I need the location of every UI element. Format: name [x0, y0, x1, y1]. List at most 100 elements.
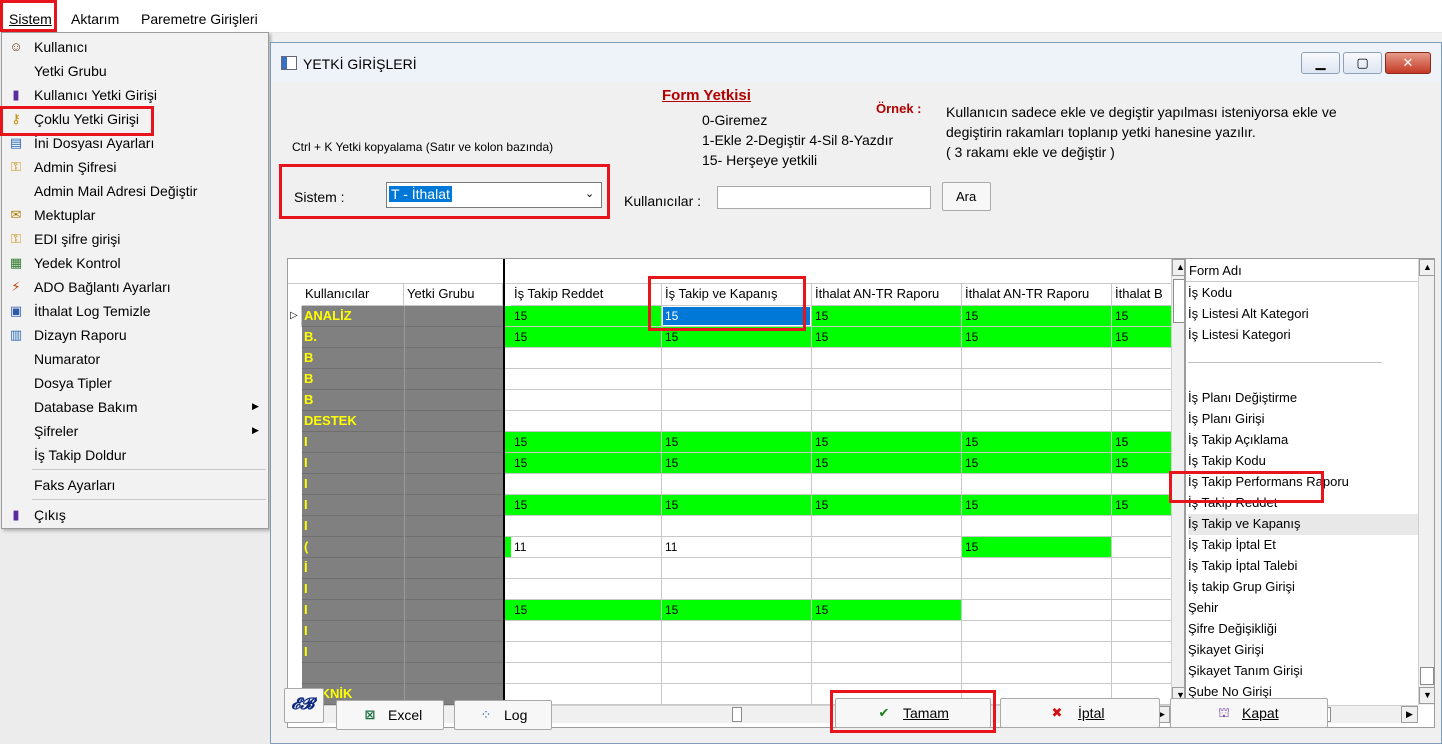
- permission-cell[interactable]: [812, 411, 962, 432]
- permission-cell[interactable]: [511, 369, 662, 390]
- permission-cell[interactable]: 15: [1112, 432, 1172, 453]
- list-item[interactable]: [1188, 346, 1418, 367]
- permission-cell[interactable]: 15: [812, 453, 962, 474]
- permission-cell[interactable]: [1112, 369, 1172, 390]
- permission-cell[interactable]: [511, 642, 662, 663]
- permission-cell[interactable]: [662, 642, 812, 663]
- permission-cell[interactable]: [1112, 516, 1172, 537]
- permission-cell[interactable]: 15: [812, 600, 962, 621]
- permission-cell[interactable]: 15: [1112, 327, 1172, 348]
- excel-button[interactable]: ⊠ Excel: [336, 700, 444, 730]
- menu-item-11[interactable]: ▣ İthalat Log Temizle: [2, 300, 268, 324]
- permission-cell[interactable]: [1112, 642, 1172, 663]
- permission-cell[interactable]: 15: [662, 306, 812, 327]
- permission-cell[interactable]: 11: [662, 537, 812, 558]
- user-name-cell[interactable]: [302, 663, 503, 684]
- kullanicilar-input[interactable]: [717, 186, 931, 209]
- list-item[interactable]: İş Takip Kodu: [1188, 451, 1418, 472]
- header-column-3[interactable]: İthalat AN-TR Raporu: [962, 284, 1112, 306]
- user-name-cell[interactable]: I: [302, 600, 503, 621]
- permission-cell[interactable]: 15: [662, 432, 812, 453]
- menu-item-13[interactable]: Numarator: [2, 348, 268, 372]
- permission-cell[interactable]: [662, 516, 812, 537]
- permission-cell[interactable]: [1112, 621, 1172, 642]
- permission-cell[interactable]: 15: [511, 327, 662, 348]
- chevron-down-icon[interactable]: ⌄: [585, 187, 594, 200]
- permission-cell[interactable]: [812, 558, 962, 579]
- menu-parametre-girisleri[interactable]: Paremetre Girişleri: [141, 11, 258, 27]
- permission-cell[interactable]: 15: [511, 453, 662, 474]
- permission-cell[interactable]: 15: [662, 495, 812, 516]
- permission-cell[interactable]: [1112, 411, 1172, 432]
- user-name-cell[interactable]: I: [302, 621, 503, 642]
- list-item[interactable]: İş Takip ve Kapanış: [1188, 514, 1418, 535]
- menu-item-8[interactable]: ⚿ EDI şifre girişi: [2, 228, 268, 252]
- header-column-2[interactable]: İthalat AN-TR Raporu: [812, 284, 962, 306]
- permission-cell[interactable]: 15: [511, 306, 662, 327]
- header-yetki-grubu[interactable]: Yetki Grubu: [404, 284, 503, 306]
- window-title-bar[interactable]: YETKİ GİRİŞLERİ ▁ ▢ ✕: [271, 43, 1441, 81]
- permission-cell[interactable]: 15: [511, 600, 662, 621]
- list-item[interactable]: İş Kodu: [1188, 283, 1418, 304]
- menu-item-4[interactable]: ▤ İni Dosyası Ayarları: [2, 132, 268, 156]
- permission-cell[interactable]: [662, 684, 812, 705]
- form-list-vertical-scrollbar[interactable]: ▲ ▼: [1418, 259, 1434, 705]
- permission-cell[interactable]: [962, 348, 1112, 369]
- permission-cell[interactable]: [962, 411, 1112, 432]
- form-list-vscroll-thumb[interactable]: [1420, 667, 1434, 685]
- list-item[interactable]: Şikayet Girişi: [1188, 640, 1418, 661]
- permission-cell[interactable]: 15: [962, 327, 1112, 348]
- permission-cell[interactable]: 15: [962, 537, 1112, 558]
- permission-grid[interactable]: Kullanıcılar Yetki Grubu İş Takip Reddet…: [287, 258, 1185, 728]
- list-item[interactable]: İş Takip Açıklama: [1188, 430, 1418, 451]
- permission-cell[interactable]: [662, 390, 812, 411]
- permission-cell[interactable]: [962, 579, 1112, 600]
- permission-cell[interactable]: [662, 558, 812, 579]
- form-scroll-up-icon[interactable]: ▲: [1419, 259, 1434, 276]
- user-name-cell[interactable]: ANALİZ: [302, 306, 503, 327]
- maximize-icon[interactable]: ▢: [1343, 52, 1382, 74]
- menu-item-5[interactable]: ⚿ Admin Şifresi: [2, 156, 268, 180]
- permission-cell[interactable]: [662, 621, 812, 642]
- menu-sistem[interactable]: Sistem: [9, 11, 52, 27]
- user-name-cell[interactable]: (: [302, 537, 503, 558]
- permission-cell[interactable]: [662, 411, 812, 432]
- permission-cell[interactable]: [962, 516, 1112, 537]
- list-item[interactable]: [1188, 367, 1418, 388]
- menu-item-2[interactable]: ▮ Kullanıcı Yetki Girişi: [2, 84, 268, 108]
- permission-cell[interactable]: 15: [812, 306, 962, 327]
- ara-button[interactable]: Ara: [942, 182, 991, 211]
- menu-item-6[interactable]: Admin Mail Adresi Değiştir: [2, 180, 268, 204]
- user-name-cell[interactable]: DESTEK: [302, 411, 503, 432]
- permission-cell[interactable]: 15: [1112, 495, 1172, 516]
- permission-cell[interactable]: 15: [962, 453, 1112, 474]
- permission-cell[interactable]: 15: [1112, 453, 1172, 474]
- list-item[interactable]: İş takip Grup Girişi: [1188, 577, 1418, 598]
- list-item[interactable]: İş Takip İptal Talebi: [1188, 556, 1418, 577]
- permission-cell[interactable]: [511, 390, 662, 411]
- permission-cell[interactable]: [962, 558, 1112, 579]
- menu-item-9[interactable]: ▦ Yedek Kontrol: [2, 252, 268, 276]
- permission-cell[interactable]: 15: [662, 453, 812, 474]
- user-name-cell[interactable]: I: [302, 453, 503, 474]
- close-icon[interactable]: ✕: [1385, 52, 1431, 74]
- kapat-button[interactable]: ⛫ Kapat: [1170, 698, 1328, 728]
- user-name-cell[interactable]: I: [302, 495, 503, 516]
- permission-cell[interactable]: 11: [511, 537, 662, 558]
- iptal-button[interactable]: ✖ İptal: [1000, 698, 1160, 728]
- header-column-1[interactable]: İş Takip ve Kapanış: [662, 284, 812, 306]
- permission-cell[interactable]: [812, 348, 962, 369]
- permission-cell[interactable]: 15: [1112, 306, 1172, 327]
- permission-cell[interactable]: 15: [962, 306, 1112, 327]
- tamam-button[interactable]: ✔ Tamam: [835, 698, 991, 728]
- menu-item-16[interactable]: Şifreler ▶: [2, 420, 268, 444]
- scroll-up-icon[interactable]: ▲: [1172, 259, 1184, 276]
- user-name-cell[interactable]: B: [302, 369, 503, 390]
- permission-cell[interactable]: [511, 516, 662, 537]
- eb-logo-button[interactable]: 𝓔𝓑: [284, 688, 324, 723]
- user-name-cell[interactable]: B.: [302, 327, 503, 348]
- user-name-cell[interactable]: B: [302, 390, 503, 411]
- permission-cell[interactable]: 15: [812, 327, 962, 348]
- menu-item-15[interactable]: Database Bakım ▶: [2, 396, 268, 420]
- permission-cell[interactable]: 15: [662, 600, 812, 621]
